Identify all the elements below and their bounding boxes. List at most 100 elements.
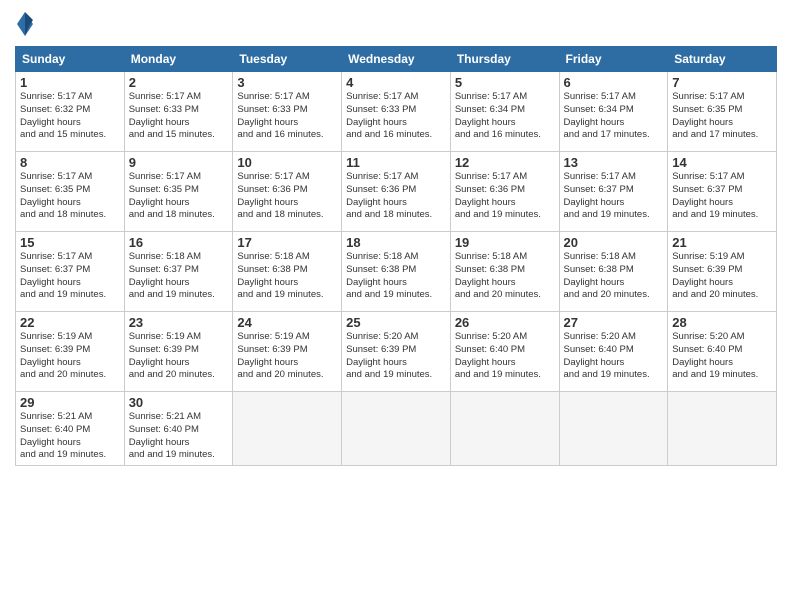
day-number: 5 (455, 75, 555, 90)
day-number: 27 (564, 315, 664, 330)
calendar-day-cell: 2 Sunrise: 5:17 AMSunset: 6:33 PMDayligh… (124, 72, 233, 152)
day-info: Sunrise: 5:19 AMSunset: 6:39 PMDaylight … (237, 331, 323, 380)
calendar-day-cell (559, 392, 668, 466)
day-info: Sunrise: 5:18 AMSunset: 6:37 PMDaylight … (129, 251, 215, 300)
calendar-day-cell: 17 Sunrise: 5:18 AMSunset: 6:38 PMDaylig… (233, 232, 342, 312)
day-info: Sunrise: 5:17 AMSunset: 6:35 PMDaylight … (672, 91, 758, 140)
calendar-week-row: 1 Sunrise: 5:17 AMSunset: 6:32 PMDayligh… (16, 72, 777, 152)
calendar-header-row: SundayMondayTuesdayWednesdayThursdayFrid… (16, 47, 777, 72)
day-number: 7 (672, 75, 772, 90)
day-number: 8 (20, 155, 120, 170)
day-number: 13 (564, 155, 664, 170)
calendar-day-cell: 8 Sunrise: 5:17 AMSunset: 6:35 PMDayligh… (16, 152, 125, 232)
day-info: Sunrise: 5:18 AMSunset: 6:38 PMDaylight … (237, 251, 323, 300)
calendar-table: SundayMondayTuesdayWednesdayThursdayFrid… (15, 46, 777, 466)
day-info: Sunrise: 5:18 AMSunset: 6:38 PMDaylight … (564, 251, 650, 300)
calendar-day-cell: 13 Sunrise: 5:17 AMSunset: 6:37 PMDaylig… (559, 152, 668, 232)
calendar-day-cell: 5 Sunrise: 5:17 AMSunset: 6:34 PMDayligh… (450, 72, 559, 152)
calendar-week-row: 22 Sunrise: 5:19 AMSunset: 6:39 PMDaylig… (16, 312, 777, 392)
calendar-day-cell: 16 Sunrise: 5:18 AMSunset: 6:37 PMDaylig… (124, 232, 233, 312)
calendar-day-cell: 22 Sunrise: 5:19 AMSunset: 6:39 PMDaylig… (16, 312, 125, 392)
day-info: Sunrise: 5:17 AMSunset: 6:37 PMDaylight … (564, 171, 650, 220)
logo-icon (15, 10, 35, 38)
calendar-day-header: Thursday (450, 47, 559, 72)
day-number: 24 (237, 315, 337, 330)
calendar-day-cell: 14 Sunrise: 5:17 AMSunset: 6:37 PMDaylig… (668, 152, 777, 232)
day-info: Sunrise: 5:17 AMSunset: 6:36 PMDaylight … (237, 171, 323, 220)
day-number: 14 (672, 155, 772, 170)
calendar-day-cell: 6 Sunrise: 5:17 AMSunset: 6:34 PMDayligh… (559, 72, 668, 152)
day-number: 9 (129, 155, 229, 170)
calendar-day-cell: 27 Sunrise: 5:20 AMSunset: 6:40 PMDaylig… (559, 312, 668, 392)
day-number: 23 (129, 315, 229, 330)
calendar-day-cell: 10 Sunrise: 5:17 AMSunset: 6:36 PMDaylig… (233, 152, 342, 232)
day-info: Sunrise: 5:19 AMSunset: 6:39 PMDaylight … (20, 331, 106, 380)
day-number: 22 (20, 315, 120, 330)
calendar-day-header: Friday (559, 47, 668, 72)
calendar-day-cell: 23 Sunrise: 5:19 AMSunset: 6:39 PMDaylig… (124, 312, 233, 392)
day-number: 3 (237, 75, 337, 90)
calendar-day-cell: 24 Sunrise: 5:19 AMSunset: 6:39 PMDaylig… (233, 312, 342, 392)
day-info: Sunrise: 5:17 AMSunset: 6:36 PMDaylight … (346, 171, 432, 220)
day-info: Sunrise: 5:17 AMSunset: 6:37 PMDaylight … (672, 171, 758, 220)
calendar-day-header: Wednesday (342, 47, 451, 72)
calendar-day-cell: 20 Sunrise: 5:18 AMSunset: 6:38 PMDaylig… (559, 232, 668, 312)
day-info: Sunrise: 5:17 AMSunset: 6:37 PMDaylight … (20, 251, 106, 300)
calendar-day-cell: 9 Sunrise: 5:17 AMSunset: 6:35 PMDayligh… (124, 152, 233, 232)
day-info: Sunrise: 5:18 AMSunset: 6:38 PMDaylight … (346, 251, 432, 300)
calendar-day-cell: 25 Sunrise: 5:20 AMSunset: 6:39 PMDaylig… (342, 312, 451, 392)
day-number: 4 (346, 75, 446, 90)
day-info: Sunrise: 5:17 AMSunset: 6:35 PMDaylight … (129, 171, 215, 220)
day-number: 19 (455, 235, 555, 250)
day-number: 2 (129, 75, 229, 90)
day-info: Sunrise: 5:17 AMSunset: 6:35 PMDaylight … (20, 171, 106, 220)
day-number: 16 (129, 235, 229, 250)
day-info: Sunrise: 5:19 AMSunset: 6:39 PMDaylight … (672, 251, 758, 300)
calendar-day-cell: 7 Sunrise: 5:17 AMSunset: 6:35 PMDayligh… (668, 72, 777, 152)
day-info: Sunrise: 5:17 AMSunset: 6:33 PMDaylight … (129, 91, 215, 140)
calendar-day-cell: 19 Sunrise: 5:18 AMSunset: 6:38 PMDaylig… (450, 232, 559, 312)
day-number: 15 (20, 235, 120, 250)
day-number: 12 (455, 155, 555, 170)
day-number: 28 (672, 315, 772, 330)
page: SundayMondayTuesdayWednesdayThursdayFrid… (0, 0, 792, 612)
calendar-week-row: 15 Sunrise: 5:17 AMSunset: 6:37 PMDaylig… (16, 232, 777, 312)
calendar-day-cell: 3 Sunrise: 5:17 AMSunset: 6:33 PMDayligh… (233, 72, 342, 152)
day-number: 25 (346, 315, 446, 330)
day-number: 1 (20, 75, 120, 90)
day-info: Sunrise: 5:17 AMSunset: 6:33 PMDaylight … (346, 91, 432, 140)
calendar-day-cell (450, 392, 559, 466)
calendar-day-cell: 1 Sunrise: 5:17 AMSunset: 6:32 PMDayligh… (16, 72, 125, 152)
calendar-day-cell: 28 Sunrise: 5:20 AMSunset: 6:40 PMDaylig… (668, 312, 777, 392)
day-info: Sunrise: 5:17 AMSunset: 6:36 PMDaylight … (455, 171, 541, 220)
day-info: Sunrise: 5:17 AMSunset: 6:32 PMDaylight … (20, 91, 106, 140)
calendar-day-cell: 29 Sunrise: 5:21 AMSunset: 6:40 PMDaylig… (16, 392, 125, 466)
day-info: Sunrise: 5:17 AMSunset: 6:34 PMDaylight … (455, 91, 541, 140)
calendar-day-header: Monday (124, 47, 233, 72)
day-info: Sunrise: 5:20 AMSunset: 6:40 PMDaylight … (564, 331, 650, 380)
day-number: 20 (564, 235, 664, 250)
header (15, 10, 777, 38)
calendar-week-row: 29 Sunrise: 5:21 AMSunset: 6:40 PMDaylig… (16, 392, 777, 466)
calendar-day-cell: 18 Sunrise: 5:18 AMSunset: 6:38 PMDaylig… (342, 232, 451, 312)
calendar-day-cell: 12 Sunrise: 5:17 AMSunset: 6:36 PMDaylig… (450, 152, 559, 232)
day-number: 17 (237, 235, 337, 250)
day-info: Sunrise: 5:18 AMSunset: 6:38 PMDaylight … (455, 251, 541, 300)
day-number: 30 (129, 395, 229, 410)
day-number: 10 (237, 155, 337, 170)
calendar-day-cell: 11 Sunrise: 5:17 AMSunset: 6:36 PMDaylig… (342, 152, 451, 232)
day-number: 6 (564, 75, 664, 90)
calendar-day-cell (342, 392, 451, 466)
calendar-day-cell: 26 Sunrise: 5:20 AMSunset: 6:40 PMDaylig… (450, 312, 559, 392)
day-info: Sunrise: 5:21 AMSunset: 6:40 PMDaylight … (20, 411, 106, 460)
day-number: 29 (20, 395, 120, 410)
day-number: 18 (346, 235, 446, 250)
day-number: 21 (672, 235, 772, 250)
day-info: Sunrise: 5:20 AMSunset: 6:40 PMDaylight … (455, 331, 541, 380)
calendar-day-cell: 30 Sunrise: 5:21 AMSunset: 6:40 PMDaylig… (124, 392, 233, 466)
day-info: Sunrise: 5:19 AMSunset: 6:39 PMDaylight … (129, 331, 215, 380)
day-number: 11 (346, 155, 446, 170)
day-info: Sunrise: 5:20 AMSunset: 6:40 PMDaylight … (672, 331, 758, 380)
day-info: Sunrise: 5:17 AMSunset: 6:34 PMDaylight … (564, 91, 650, 140)
day-info: Sunrise: 5:20 AMSunset: 6:39 PMDaylight … (346, 331, 432, 380)
